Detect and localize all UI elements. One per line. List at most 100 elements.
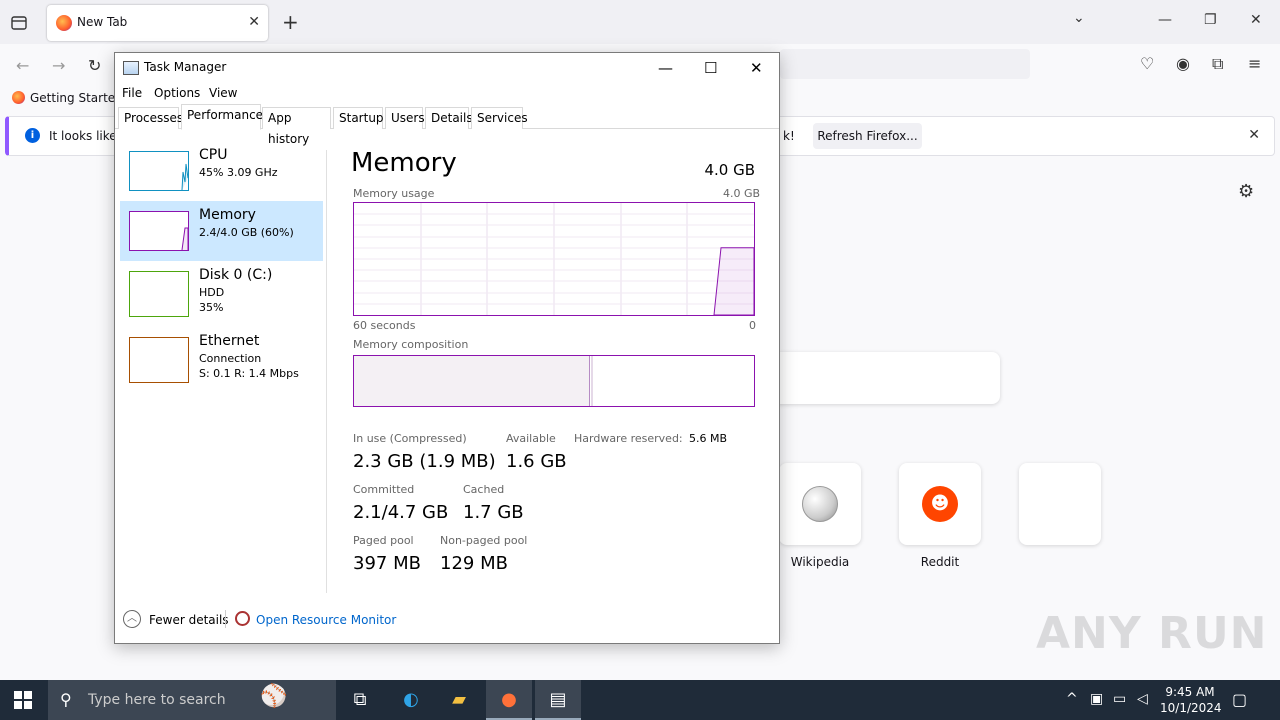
tab-performance[interactable]: Performance [181, 104, 263, 130]
task-manager-taskbar-icon[interactable]: ▤ [535, 680, 581, 720]
bookmark-label: Getting Started [30, 91, 123, 105]
time-span-label: 60 seconds [353, 319, 416, 332]
new-tab-button[interactable]: + [282, 10, 299, 34]
tab-processes[interactable]: Processes [118, 107, 183, 129]
chevron-up-icon[interactable]: ^ [1066, 691, 1078, 707]
menu-view[interactable]: View [209, 86, 237, 100]
resource-monitor-icon[interactable] [235, 611, 250, 626]
back-icon[interactable]: ← [16, 56, 29, 75]
clock[interactable]: 9:45 AM 10/1/2024 [1160, 684, 1222, 716]
shortcut-tile-box[interactable]: ☻ [899, 463, 981, 545]
info-icon: i [25, 128, 40, 143]
search-icon: ⚲ [60, 690, 72, 709]
account-icon[interactable]: ◉ [1176, 54, 1190, 73]
in-use-segment [354, 356, 590, 406]
tab-strip: Processes Performance App history Startu… [115, 104, 779, 146]
bookmark-getting-started[interactable]: Getting Started [12, 91, 123, 105]
paged-pool-value: 397 MB [353, 553, 421, 574]
url-bar[interactable] [780, 49, 1030, 79]
minimize-button[interactable]: — [1158, 12, 1172, 28]
menu-icon[interactable]: ≡ [1248, 54, 1261, 73]
open-resource-monitor-link[interactable]: Open Resource Monitor [256, 613, 396, 627]
in-use-value: 2.3 GB (1.9 MB) [353, 451, 496, 472]
close-notice-icon[interactable]: ✕ [1248, 127, 1260, 143]
notifications-icon[interactable]: ▢ [1232, 690, 1247, 709]
non-paged-pool-label: Non-paged pool [440, 534, 528, 547]
fewer-details-button[interactable]: Fewer details [149, 613, 229, 627]
reload-icon[interactable]: ↻ [88, 56, 101, 75]
menu-options[interactable]: Options [154, 86, 200, 100]
shortcut-tile-box[interactable] [779, 463, 861, 545]
firefox-taskbar-icon[interactable]: ● [486, 680, 532, 720]
title-bar[interactable]: Task Manager — ☐ ✕ [115, 53, 779, 83]
browser-tab[interactable]: New Tab ✕ [47, 5, 268, 41]
tab-services[interactable]: Services [471, 107, 528, 129]
chevron-down-icon[interactable]: ⌄ [1073, 10, 1085, 26]
disk-thumbnail-graph [129, 271, 189, 317]
usage-series-area [713, 247, 755, 316]
cached-label: Cached [463, 483, 505, 496]
tab-details[interactable]: Details [425, 107, 473, 129]
watermark: ANY RUN [1036, 608, 1268, 659]
restore-button[interactable]: ❐ [1204, 12, 1217, 28]
shortcut-tile[interactable]: Wikipedia [779, 463, 861, 569]
meet-now-icon[interactable]: ▣ [1090, 691, 1103, 707]
chevron-up-icon[interactable]: ︿ [123, 610, 141, 628]
close-button[interactable]: ✕ [750, 59, 763, 77]
search-placeholder: Type here to search [88, 692, 226, 708]
tab-app-history[interactable]: App history [262, 107, 331, 146]
available-label: Available [506, 432, 556, 445]
minimize-button[interactable]: — [658, 59, 673, 77]
modified-segment [591, 356, 593, 406]
forward-icon[interactable]: → [52, 56, 65, 75]
sidebar-item-memory[interactable]: Memory 2.4/4.0 GB (60%) [120, 201, 323, 261]
sidebar-item-label: CPU [199, 147, 228, 163]
sidebar-item-ethernet[interactable]: Ethernet Connection S: 0.1 R: 1.4 Mbps [120, 327, 323, 387]
close-tab-icon[interactable]: ✕ [248, 14, 260, 30]
windows-start-icon[interactable] [14, 691, 32, 709]
memory-total: 4.0 GB [704, 161, 755, 179]
task-view-icon[interactable]: ⧉ [337, 680, 383, 720]
taskbar: ⚲ Type here to search ⚾ ⧉ ◐ ▰ ● ▤ ^ ▣ ▭ … [0, 680, 1280, 720]
extensions-icon[interactable]: ⧉ [1212, 54, 1223, 74]
maximize-button[interactable]: ☐ [704, 59, 717, 77]
list-all-tabs-icon[interactable] [8, 12, 30, 34]
shortcut-label: Reddit [920, 555, 960, 569]
file-explorer-icon[interactable]: ▰ [436, 680, 482, 720]
sidebar-item-label: Ethernet [199, 333, 260, 349]
new-tab-search-box[interactable] [770, 352, 1000, 404]
edge-icon[interactable]: ◐ [388, 680, 434, 720]
sidebar-item-detail: 2.4/4.0 GB (60%) [199, 226, 294, 239]
browser-tab-bar: New Tab ✕ + ⌄ — ❐ ✕ [0, 0, 1280, 44]
tab-startup[interactable]: Startup [333, 107, 384, 129]
hardware-reserved-label: Hardware reserved: [574, 432, 683, 445]
close-window-button[interactable]: ✕ [1250, 12, 1262, 28]
usage-graph-max: 4.0 GB [723, 187, 761, 200]
network-icon[interactable]: ▭ [1113, 691, 1126, 707]
shortcut-tile[interactable] [1019, 463, 1101, 555]
ethernet-thumbnail-graph [129, 337, 189, 383]
sidebar-item-cpu[interactable]: CPU 45% 3.09 GHz [120, 141, 323, 201]
footer: ︿ Fewer details Open Resource Monitor [115, 608, 779, 632]
taskbar-search-box[interactable]: ⚲ Type here to search ⚾ [48, 680, 336, 720]
gear-icon[interactable]: ⚙ [1238, 181, 1254, 202]
tab-title: New Tab [77, 15, 128, 29]
sidebar-item-disk[interactable]: Disk 0 (C:) HDD 35% [120, 261, 323, 321]
notice-text-end: k! [783, 129, 795, 143]
shortcut-label: Wikipedia [790, 555, 850, 569]
hardware-reserved-value: 5.6 MB [689, 432, 728, 445]
tab-users[interactable]: Users [385, 107, 425, 129]
pocket-icon[interactable]: ♡ [1140, 54, 1154, 73]
menu-file[interactable]: File [122, 86, 142, 100]
clock-time: 9:45 AM [1165, 685, 1215, 699]
refresh-firefox-button[interactable]: Refresh Firefox... [813, 123, 922, 149]
memory-usage-graph [353, 202, 755, 316]
panel-divider [326, 150, 327, 593]
cached-value: 1.7 GB [463, 502, 524, 523]
volume-icon[interactable]: ◁ [1137, 691, 1148, 707]
shortcut-tile-box[interactable] [1019, 463, 1101, 545]
clock-date: 10/1/2024 [1160, 701, 1222, 715]
shortcut-tile[interactable]: ☻ Reddit [899, 463, 981, 569]
sidebar-item-detail: 45% 3.09 GHz [199, 166, 278, 179]
window-title: Task Manager [144, 60, 227, 74]
